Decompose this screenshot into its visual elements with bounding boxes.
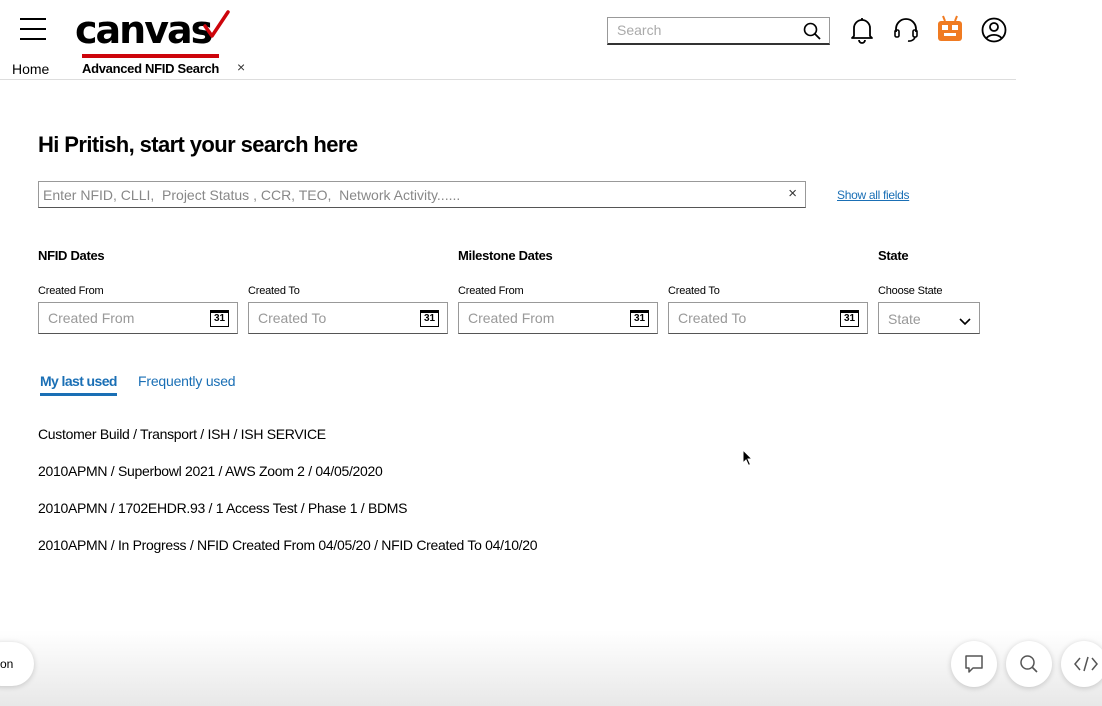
state-select-value: State — [888, 311, 921, 327]
chevron-down-icon — [959, 313, 971, 331]
canvas-logo[interactable]: canvas — [75, 6, 230, 54]
page-title: Hi Pritish, start your search here — [38, 132, 358, 157]
nfid-created-from-input[interactable] — [39, 303, 199, 333]
main-search-box: × — [38, 181, 806, 208]
logo-check-icon — [203, 10, 230, 38]
code-icon — [1074, 656, 1098, 672]
nfid-created-to-input[interactable] — [249, 303, 409, 333]
recent-search-item[interactable]: Customer Build / Transport / ISH / ISH S… — [38, 426, 326, 442]
tab-my-last-used[interactable]: My last used — [40, 373, 117, 396]
search-icon — [1020, 655, 1038, 673]
choose-state-label: Choose State — [878, 285, 943, 297]
milestone-created-from-label: Created From — [458, 285, 524, 297]
menu-icon[interactable] — [20, 18, 48, 42]
bot-icon[interactable] — [936, 14, 964, 42]
search-icon[interactable] — [803, 22, 821, 45]
milestone-created-from-field: 31 — [458, 302, 658, 334]
chat-icon — [965, 655, 983, 673]
state-heading: State — [878, 248, 909, 263]
tab-bar: Home Advanced NFID Search × — [0, 54, 1016, 80]
clear-search-button[interactable]: × — [788, 185, 797, 202]
tab-close-button[interactable]: × — [237, 59, 245, 75]
milestone-created-to-label: Created To — [668, 285, 720, 297]
show-all-fields-link[interactable]: Show all fields — [837, 188, 910, 202]
main-search-input[interactable] — [39, 182, 769, 207]
header-search-input[interactable] — [608, 18, 788, 42]
tab-home[interactable]: Home — [12, 61, 49, 77]
recent-search-item[interactable]: 2010APMN / 1702EHDR.93 / 1 Access Test /… — [38, 500, 408, 516]
floating-search-button[interactable] — [1006, 641, 1052, 687]
tab-frequently-used[interactable]: Frequently used — [138, 373, 236, 389]
nfid-created-from-field: 31 — [38, 302, 238, 334]
nfid-created-to-label: Created To — [248, 285, 300, 297]
calendar-icon[interactable]: 31 — [840, 310, 859, 327]
floating-pill-label: on — [0, 657, 14, 671]
calendar-icon[interactable]: 31 — [420, 310, 439, 327]
logo-text: canvas — [75, 8, 213, 52]
recent-search-item[interactable]: 2010APMN / Superbowl 2021 / AWS Zoom 2 /… — [38, 463, 383, 479]
nfid-dates-heading: NFID Dates — [38, 248, 105, 263]
mouse-cursor-icon — [742, 449, 754, 467]
bottom-bar — [0, 630, 1102, 706]
recent-search-item[interactable]: 2010APMN / In Progress / NFID Created Fr… — [38, 537, 538, 553]
headset-icon[interactable] — [892, 16, 920, 44]
milestone-created-to-field: 31 — [668, 302, 868, 334]
code-button[interactable] — [1061, 641, 1102, 687]
nfid-created-from-label: Created From — [38, 285, 104, 297]
calendar-icon[interactable]: 31 — [630, 310, 649, 327]
milestone-dates-heading: Milestone Dates — [458, 248, 553, 263]
milestone-created-to-input[interactable] — [669, 303, 829, 333]
bell-icon[interactable] — [849, 16, 877, 44]
nfid-created-to-field: 31 — [248, 302, 448, 334]
milestone-created-from-input[interactable] — [459, 303, 619, 333]
tab-advanced-nfid-search[interactable]: Advanced NFID Search — [82, 54, 219, 80]
chat-button[interactable] — [951, 641, 997, 687]
calendar-icon[interactable]: 31 — [210, 310, 229, 327]
header-search — [607, 17, 830, 45]
user-icon[interactable] — [980, 16, 1008, 44]
state-select[interactable]: State — [878, 302, 980, 334]
